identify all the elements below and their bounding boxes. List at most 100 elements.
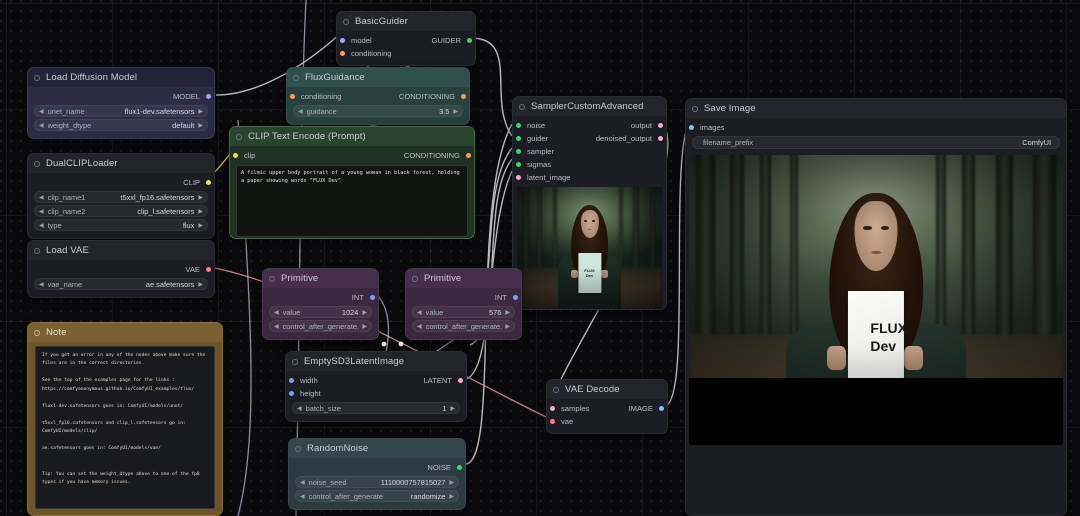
widget-batch-size[interactable]: ◀ batch_size 1 ▶ [292, 402, 460, 414]
node-primitive-width[interactable]: Primitive INT ◀ value 1024 ▶ ◀ control_a… [262, 268, 379, 340]
port-row-height[interactable]: height [286, 387, 466, 400]
output-port-image[interactable] [659, 406, 664, 411]
increment-arrow-icon[interactable]: ▶ [198, 194, 203, 201]
widget-type[interactable]: ◀ type flux ▶ [34, 219, 208, 231]
node-title-save-image[interactable]: Save Image [686, 99, 1066, 118]
output-port-output[interactable] [658, 123, 663, 128]
decrement-arrow-icon[interactable]: ◀ [274, 323, 279, 330]
input-port-conditioning[interactable] [340, 51, 345, 56]
input-port-sampler[interactable] [516, 149, 521, 154]
input-port-samples[interactable] [550, 406, 555, 411]
node-title-basic-guider[interactable]: BasicGuider [337, 12, 475, 31]
node-title-empty-sd3-latent-image[interactable]: EmptySD3LatentImage [286, 352, 466, 371]
output-port-noise[interactable]: NOISE [289, 461, 465, 474]
collapse-icon[interactable] [295, 445, 301, 452]
increment-arrow-icon[interactable]: ▶ [449, 493, 454, 500]
decrement-arrow-icon[interactable]: ◀ [39, 281, 44, 288]
decrement-arrow-icon[interactable]: ◀ [39, 122, 44, 129]
port-row-latent-image[interactable]: latent_image [513, 171, 666, 184]
node-title-sampler-custom-advanced[interactable]: SamplerCustomAdvanced [513, 97, 666, 116]
port-dot[interactable] [206, 94, 211, 99]
port-row-noise-output[interactable]: noise output [513, 119, 666, 132]
port-row-conditioning[interactable]: conditioning [337, 47, 475, 60]
increment-arrow-icon[interactable]: ▶ [505, 323, 510, 330]
decrement-arrow-icon[interactable]: ◀ [417, 309, 422, 316]
output-port-conditioning[interactable] [466, 153, 471, 158]
port-dot[interactable] [370, 295, 375, 300]
collapse-icon[interactable] [236, 133, 242, 140]
output-port-model[interactable]: MODEL [28, 90, 214, 103]
increment-arrow-icon[interactable]: ▶ [449, 479, 454, 486]
output-port-vae[interactable]: VAE [28, 263, 214, 276]
save-image-preview[interactable]: FLUX Dev [689, 155, 1063, 445]
output-port-latent[interactable] [458, 378, 463, 383]
collapse-icon[interactable] [269, 275, 275, 282]
decrement-arrow-icon[interactable]: ◀ [39, 208, 44, 215]
comfyui-graph-canvas[interactable]: Load Diffusion Model MODEL ◀ unet_name f… [0, 0, 1080, 516]
widget-clip-name1[interactable]: ◀ clip_name1 t5xxl_fp16.safetensors ▶ [34, 191, 208, 203]
increment-arrow-icon[interactable]: ▶ [198, 222, 203, 229]
node-save-image[interactable]: 0.38s Save Image images filename_prefix … [685, 98, 1067, 516]
node-vae-decode[interactable]: 0.70s VAE Decode samples IMAGE vae [546, 379, 668, 434]
widget-control-after-generate[interactable]: ◀ control_after_generate. ▶ [269, 320, 372, 332]
input-port-guider[interactable] [516, 136, 521, 141]
node-title-load-diffusion-model[interactable]: Load Diffusion Model [28, 68, 214, 87]
port-dot[interactable] [457, 465, 462, 470]
increment-arrow-icon[interactable]: ▶ [362, 309, 367, 316]
collapse-icon[interactable] [34, 160, 40, 167]
widget-value[interactable]: ◀ value 1024 ▶ [269, 306, 372, 318]
widget-unet-name[interactable]: ◀ unet_name flux1-dev.safetensors ▶ [34, 105, 208, 117]
node-title-clip-text-encode[interactable]: CLIP Text Encode (Prompt) [230, 127, 474, 146]
node-title-flux-guidance[interactable]: FluxGuidance [287, 68, 469, 87]
input-port-model[interactable] [340, 38, 345, 43]
port-row-images[interactable]: images [686, 121, 1066, 134]
increment-arrow-icon[interactable]: ▶ [505, 309, 510, 316]
input-port-width[interactable] [289, 378, 294, 383]
output-port-int[interactable]: INT [263, 291, 378, 304]
widget-vae-name[interactable]: ◀ vae_name ae.safetensors ▶ [34, 278, 208, 290]
collapse-icon[interactable] [34, 247, 40, 254]
sampler-image-preview[interactable]: FLUX Dev [517, 187, 662, 309]
node-title-random-noise[interactable]: RandomNoise [289, 439, 465, 458]
node-load-vae[interactable]: Load VAE VAE ◀ vae_name ae.safetensors ▶ [27, 240, 215, 298]
increment-arrow-icon[interactable]: ▶ [362, 323, 367, 330]
widget-weight-dtype[interactable]: ◀ weight_dtype default ▶ [34, 119, 208, 131]
decrement-arrow-icon[interactable]: ◀ [300, 493, 305, 500]
collapse-icon[interactable] [34, 329, 40, 336]
prompt-textarea[interactable]: A filmic upper body portrait of a young … [236, 165, 468, 237]
node-sampler-custom-advanced[interactable]: 8.92s SamplerCustomAdvanced noise output… [512, 96, 667, 310]
node-title-vae-decode[interactable]: VAE Decode [547, 380, 667, 399]
widget-control-after-generate[interactable]: ◀ control_after_generate. ▶ [412, 320, 515, 332]
port-row-samples-image[interactable]: samples IMAGE [547, 402, 667, 415]
port-row-guider-denoised[interactable]: guider denoised_output [513, 132, 666, 145]
output-port-conditioning[interactable] [461, 94, 466, 99]
decrement-arrow-icon[interactable]: ◀ [417, 323, 422, 330]
port-dot[interactable] [206, 180, 211, 185]
port-row-clip-conditioning[interactable]: clip CONDITIONING [230, 149, 474, 162]
input-port-conditioning[interactable] [290, 94, 295, 99]
node-title-primitive-width[interactable]: Primitive [263, 269, 378, 288]
widget-clip-name2[interactable]: ◀ clip_name2 clip_l.safetensors ▶ [34, 205, 208, 217]
port-row-sampler[interactable]: sampler [513, 145, 666, 158]
node-title-note[interactable]: Note [28, 323, 222, 342]
decrement-arrow-icon[interactable]: ◀ [300, 479, 305, 486]
node-title-load-vae[interactable]: Load VAE [28, 241, 214, 260]
decrement-arrow-icon[interactable]: ◀ [39, 194, 44, 201]
note-text[interactable]: If you get an error in any of the nodes … [35, 346, 215, 509]
widget-filename-prefix[interactable]: filename_prefix ComfyUI [692, 136, 1060, 149]
port-row-model-guider[interactable]: model GUIDER [337, 34, 475, 47]
input-port-sigmas[interactable] [516, 162, 521, 167]
node-primitive-height[interactable]: Primitive INT ◀ value 576 ▶ ◀ control_af… [405, 268, 522, 340]
collapse-icon[interactable] [34, 74, 40, 81]
node-dual-clip-loader[interactable]: DualCLIPLoader CLIP ◀ clip_name1 t5xxl_f… [27, 153, 215, 239]
widget-noise-seed[interactable]: ◀ noise_seed 1110000757815027 ▶ [295, 476, 459, 488]
collapse-icon[interactable] [553, 386, 559, 393]
output-port-denoised-output[interactable] [658, 136, 663, 141]
input-port-latent-image[interactable] [516, 175, 521, 180]
decrement-arrow-icon[interactable]: ◀ [274, 309, 279, 316]
increment-arrow-icon[interactable]: ▶ [198, 122, 203, 129]
port-row-conditioning[interactable]: conditioning CONDITIONING [287, 90, 469, 103]
port-dot[interactable] [206, 267, 211, 272]
input-port-height[interactable] [289, 391, 294, 396]
output-port-clip[interactable]: CLIP [28, 176, 214, 189]
